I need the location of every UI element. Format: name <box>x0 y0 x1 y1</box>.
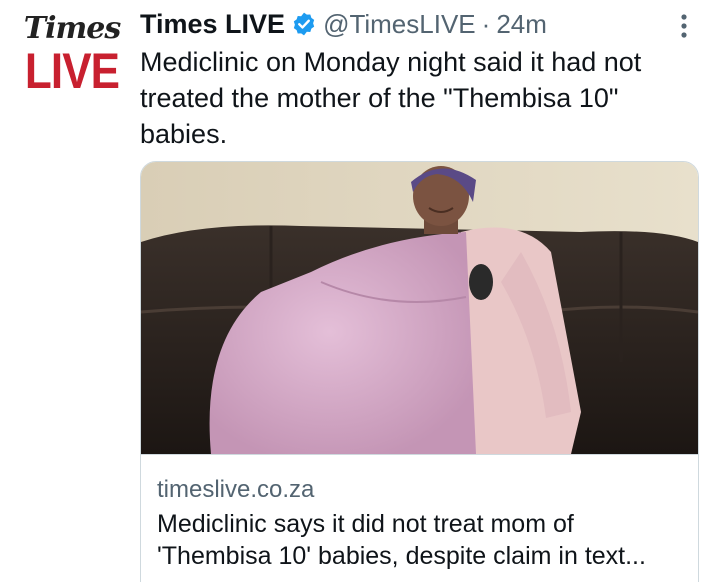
handle[interactable]: @TimesLIVE <box>323 9 476 40</box>
logo-times-text: Times <box>23 11 121 46</box>
tweet-header: Times LIVE @TimesLIVE · 24m <box>140 6 547 42</box>
verified-badge-icon <box>293 12 315 36</box>
display-name[interactable]: Times LIVE <box>140 9 285 40</box>
tweet[interactable]: Times LIVE Times LIVE @TimesLIVE · 24m M… <box>0 0 720 582</box>
card-domain[interactable]: timeslive.co.za <box>157 476 314 504</box>
more-options-icon[interactable] <box>674 12 694 40</box>
card-title[interactable]: Mediclinic says it did not treat mom of … <box>157 508 687 572</box>
logo-live-text: LIVE <box>24 43 120 99</box>
card-image[interactable] <box>141 162 698 455</box>
separator-dot: · <box>481 8 491 39</box>
avatar[interactable]: Times LIVE <box>16 12 128 112</box>
timestamp[interactable]: 24m <box>496 9 547 40</box>
link-card[interactable]: timeslive.co.za Mediclinic says it did n… <box>140 161 699 582</box>
tweet-text: Mediclinic on Monday night said it had n… <box>140 47 642 149</box>
